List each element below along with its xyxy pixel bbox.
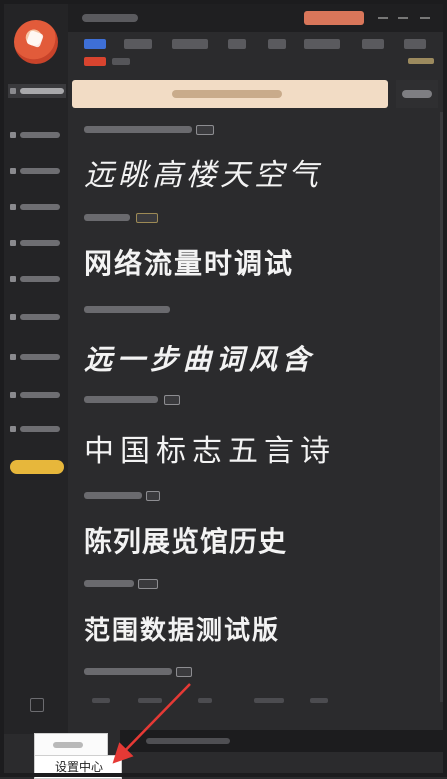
sidebar-item-4[interactable] [8,200,66,214]
font-preview: 陈列展览馆历史 [84,525,288,558]
sidebar-item-label [20,392,60,398]
tab-4[interactable] [228,39,246,49]
font-sample-caption [84,396,158,403]
font-sample-2[interactable]: 网络流量时调试 [80,210,410,282]
tab-premium[interactable] [408,58,434,64]
font-sample-tag [146,491,160,501]
sidebar-item-7[interactable] [8,310,66,324]
sidebar-item-3[interactable] [8,164,66,178]
font-sample-caption [84,214,130,221]
promo-banner[interactable] [72,80,388,108]
sidebar-item-icon [10,354,16,360]
maximize-icon[interactable] [398,14,408,22]
tab-2[interactable] [124,39,152,49]
banner-side-button[interactable] [396,80,438,108]
sidebar-item-icon [10,132,16,138]
font-sample-caption [84,492,142,499]
sidebar-item-icon [10,240,16,246]
sidebar-item-icon [10,204,16,210]
top-bar [68,4,443,32]
sidebar-item-8[interactable] [8,350,66,364]
font-preview: 网络流量时调试 [84,247,295,280]
logo-mark [26,30,44,48]
font-sample-caption [84,580,134,587]
sidebar-item-icon [10,88,16,94]
sidebar-item-icon [10,314,16,320]
font-preview: 中国标志五言诗 [84,434,336,469]
sidebar-item-label [20,132,60,138]
font-sample-7[interactable] [80,664,410,684]
left-sidebar [4,4,68,734]
context-menu-item-label [53,742,83,748]
sidebar-item-label [20,168,60,174]
top-action-button[interactable] [304,11,364,25]
sidebar-item-10[interactable] [8,422,66,436]
settings-center-menu-item[interactable]: 设置中心 [34,755,122,779]
font-sample-tag [164,395,180,405]
sidebar-item-2[interactable] [8,128,66,142]
sidebar-item-icon [10,276,16,282]
sidebar-item-label [20,88,64,94]
tab-sub[interactable] [112,58,130,65]
sidebar-item-label [20,354,60,360]
font-sample-caption [84,306,170,313]
sidebar-vip-badge[interactable] [10,460,64,474]
sidebar-item-1[interactable] [8,84,66,98]
sidebar-item-label [20,314,60,320]
tab-1[interactable] [84,39,106,49]
font-sample-caption [84,668,172,675]
font-sample-tag [138,579,158,589]
sidebar-item-5[interactable] [8,236,66,250]
font-sample-tag [196,125,214,135]
font-preview: 远眺高楼天空气 [84,158,322,193]
tab-6[interactable] [304,39,340,49]
close-icon[interactable] [420,14,430,22]
status-text [146,738,230,744]
sidebar-item-9[interactable] [8,388,66,402]
sidebar-item-label [20,204,60,210]
category-tabs [78,36,438,54]
tab-5[interactable] [268,39,286,49]
font-sample-3[interactable]: 远一步曲词风含 [80,302,410,380]
tab-hot[interactable] [84,57,106,66]
banner-text [172,90,282,98]
content-scrollbar[interactable] [440,112,443,702]
context-menu-item[interactable] [34,733,108,757]
app-logo-icon[interactable] [14,20,58,64]
font-preview: 远一步曲词风含 [84,343,316,376]
sidebar-item-label [20,276,60,282]
status-bar [120,730,443,752]
font-sample-4[interactable]: 中国标志五言诗 [80,392,410,470]
sidebar-item-6[interactable] [8,272,66,286]
window-title [82,14,138,22]
font-sample-tag [136,213,158,223]
tab-7[interactable] [362,39,384,49]
tab-3[interactable] [172,39,208,49]
sidebar-item-icon [10,168,16,174]
settings-center-label: 设置中心 [55,760,104,774]
bottom-toolbar [78,696,438,706]
font-sample-caption [84,126,192,133]
tab-8[interactable] [404,39,426,49]
sidebar-item-label [20,426,60,432]
minimize-icon[interactable] [378,14,388,22]
font-sample-tag [176,667,192,677]
font-sample-6[interactable]: 范围数据测试版 [80,576,410,656]
font-sample-1[interactable]: 远眺高楼天空气 [80,122,410,193]
sidebar-item-icon [10,392,16,398]
sidebar-item-label [20,240,60,246]
font-preview: 范围数据测试版 [84,616,281,646]
font-sample-5[interactable]: 陈列展览馆历史 [80,488,410,566]
sidebar-menu-icon[interactable] [30,698,44,712]
sidebar-item-icon [10,426,16,432]
